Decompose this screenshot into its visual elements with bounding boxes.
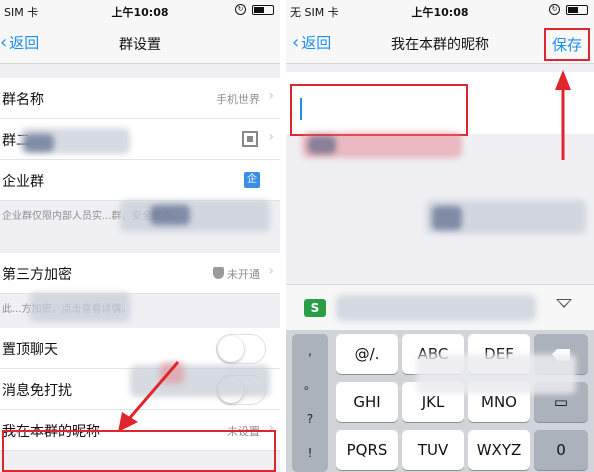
enterprise-badge: 企 [244, 172, 260, 188]
key-4[interactable]: GHI [336, 382, 398, 422]
shield-icon [213, 267, 224, 279]
chevron-right-icon: › [268, 129, 274, 145]
group-settings-screen: SIM 卡 上午10:08 ↻ ‹ 返回 群设置 群名称 手机世界 › 群二 › … [0, 0, 280, 472]
clear-icon: ▭ [553, 393, 569, 411]
watermark-blur [308, 136, 336, 154]
collapse-keyboard-icon[interactable] [556, 299, 572, 308]
key-7[interactable]: PQRS [336, 430, 398, 470]
rotation-lock-icon: ↻ [549, 4, 560, 15]
status-bar: 无 SIM 卡 上午10:08 ↻ [286, 0, 594, 22]
watermark-blur [432, 206, 462, 230]
watermark-blur [30, 292, 130, 322]
page-title: 群设置 [119, 37, 161, 53]
status-bar: SIM 卡 上午10:08 ↻ [0, 0, 280, 22]
watermark-blur [416, 354, 576, 394]
nav-bar: ‹ 返回 群设置 [0, 22, 280, 64]
red-arrow-annotation [555, 70, 571, 160]
chevron-right-icon: › [268, 88, 274, 104]
watermark-blur [336, 295, 536, 321]
keyboard-toolbar: S [286, 284, 594, 330]
nickname-input[interactable] [290, 84, 468, 136]
watermark-blur [150, 205, 190, 225]
pin-chat-toggle[interactable] [216, 334, 266, 364]
chevron-right-icon: › [268, 420, 274, 436]
key-0[interactable]: 0 [534, 430, 588, 470]
nickname-edit-screen: 无 SIM 卡 上午10:08 ↻ ‹ 返回 我在本群的昵称 保存 S , 。 ? [286, 0, 594, 472]
red-arrow-annotation [118, 361, 180, 432]
clock: 上午10:08 [411, 6, 469, 19]
symbol-key[interactable]: ? [292, 402, 328, 436]
symbol-key[interactable]: 。 [292, 368, 328, 402]
battery-icon [252, 4, 274, 15]
key-9[interactable]: WXYZ [468, 430, 530, 470]
nav-bar: ‹ 返回 我在本群的昵称 保存 [286, 22, 594, 64]
battery-icon [566, 4, 588, 15]
qr-code-icon [242, 131, 258, 147]
third-party-encryption-row[interactable]: 第三方加密 未开通 › [0, 253, 280, 294]
ime-logo-icon[interactable]: S [304, 299, 326, 317]
symbol-key[interactable]: , [292, 334, 328, 368]
symbol-column[interactable]: , 。 ? ! [292, 334, 328, 472]
key-1[interactable]: @/. [336, 334, 398, 374]
symbol-key[interactable]: ! [292, 436, 328, 470]
enterprise-group-row[interactable]: 企业群 企 [0, 160, 280, 201]
chevron-right-icon: › [268, 263, 274, 279]
t9-keyboard: , 。 ? ! @/. ABC DEF GHI JKL MNO ▭ PQRS T… [286, 330, 594, 472]
watermark-blur [120, 200, 270, 232]
watermark-blur [24, 134, 54, 152]
rotation-lock-icon: ↻ [235, 4, 246, 15]
save-button[interactable]: 保存 [543, 28, 590, 61]
group-name-row[interactable]: 群名称 手机世界 › [0, 78, 280, 119]
key-8[interactable]: TUV [402, 430, 464, 470]
text-cursor [300, 98, 302, 120]
